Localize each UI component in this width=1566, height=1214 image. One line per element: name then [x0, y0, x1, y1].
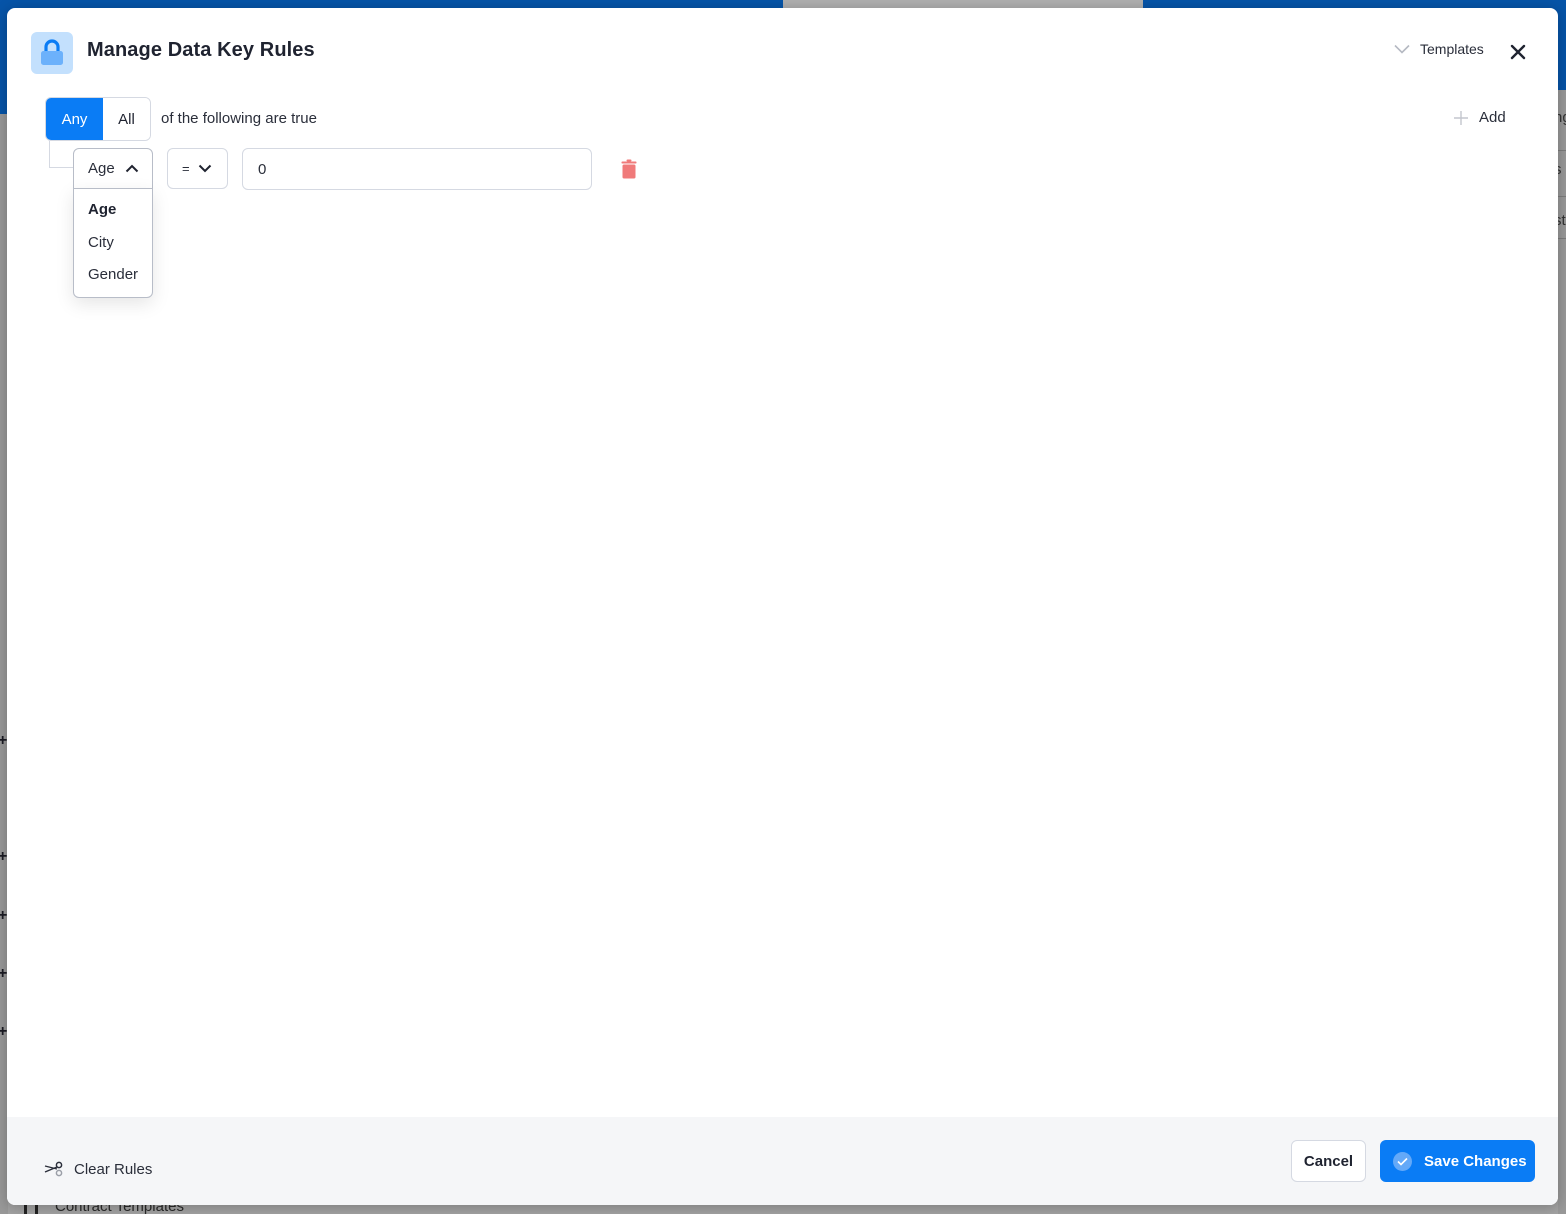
dialog-header: Manage Data Key Rules Templates: [7, 8, 1558, 88]
close-button[interactable]: [1507, 41, 1529, 63]
close-icon: [1510, 44, 1526, 60]
add-rule-button[interactable]: Add: [1453, 109, 1506, 126]
save-changes-button[interactable]: Save Changes: [1380, 1140, 1535, 1182]
check-circle-icon: [1393, 1151, 1412, 1171]
match-mode-toggle: Any All: [45, 97, 151, 141]
background-row-divider: [1558, 196, 1566, 197]
add-label: Add: [1479, 109, 1506, 126]
operator-select[interactable]: =: [167, 148, 228, 189]
background-template-icon: [24, 1204, 38, 1214]
plus-icon: [1454, 110, 1468, 125]
chevron-down-icon: [198, 164, 211, 173]
field-dropdown-menu: Age City Gender: [73, 188, 153, 298]
field-select-value: Age: [88, 160, 115, 177]
match-any-button[interactable]: Any: [46, 98, 103, 140]
templates-dropdown[interactable]: Templates: [1394, 41, 1484, 57]
background-table-edge: [1558, 90, 1566, 1214]
save-changes-label: Save Changes: [1424, 1152, 1527, 1170]
templates-label: Templates: [1420, 41, 1484, 57]
background-row-divider: [1558, 238, 1566, 239]
chevron-down-icon: [1394, 44, 1410, 54]
rule-value-input[interactable]: [242, 148, 592, 190]
lock-icon: [41, 39, 63, 65]
rule-connector-line: [49, 141, 73, 168]
clear-rules-button[interactable]: Clear Rules: [44, 1160, 152, 1178]
cancel-button[interactable]: Cancel: [1291, 1140, 1366, 1182]
chevron-up-icon: [125, 164, 138, 173]
background-row-divider: [1558, 150, 1566, 151]
field-option-age[interactable]: Age: [74, 201, 152, 234]
dialog-footer: Clear Rules Cancel Save Changes: [7, 1117, 1558, 1205]
match-all-button[interactable]: All: [103, 98, 150, 140]
delete-rule-button[interactable]: [621, 159, 637, 179]
dialog-title: Manage Data Key Rules: [87, 39, 315, 61]
clear-rules-label: Clear Rules: [74, 1160, 153, 1178]
field-option-city[interactable]: City: [74, 234, 152, 267]
operator-value: =: [182, 161, 190, 176]
trash-icon: [621, 159, 637, 179]
field-select[interactable]: Age: [73, 148, 153, 189]
scissors-icon: [44, 1161, 63, 1177]
condition-description: of the following are true: [161, 110, 317, 127]
header-icon-badge: [31, 32, 73, 74]
manage-data-key-rules-dialog: Manage Data Key Rules Templates Any All …: [7, 8, 1558, 1205]
field-option-gender[interactable]: Gender: [74, 266, 152, 299]
background-tab: [783, 0, 1143, 8]
